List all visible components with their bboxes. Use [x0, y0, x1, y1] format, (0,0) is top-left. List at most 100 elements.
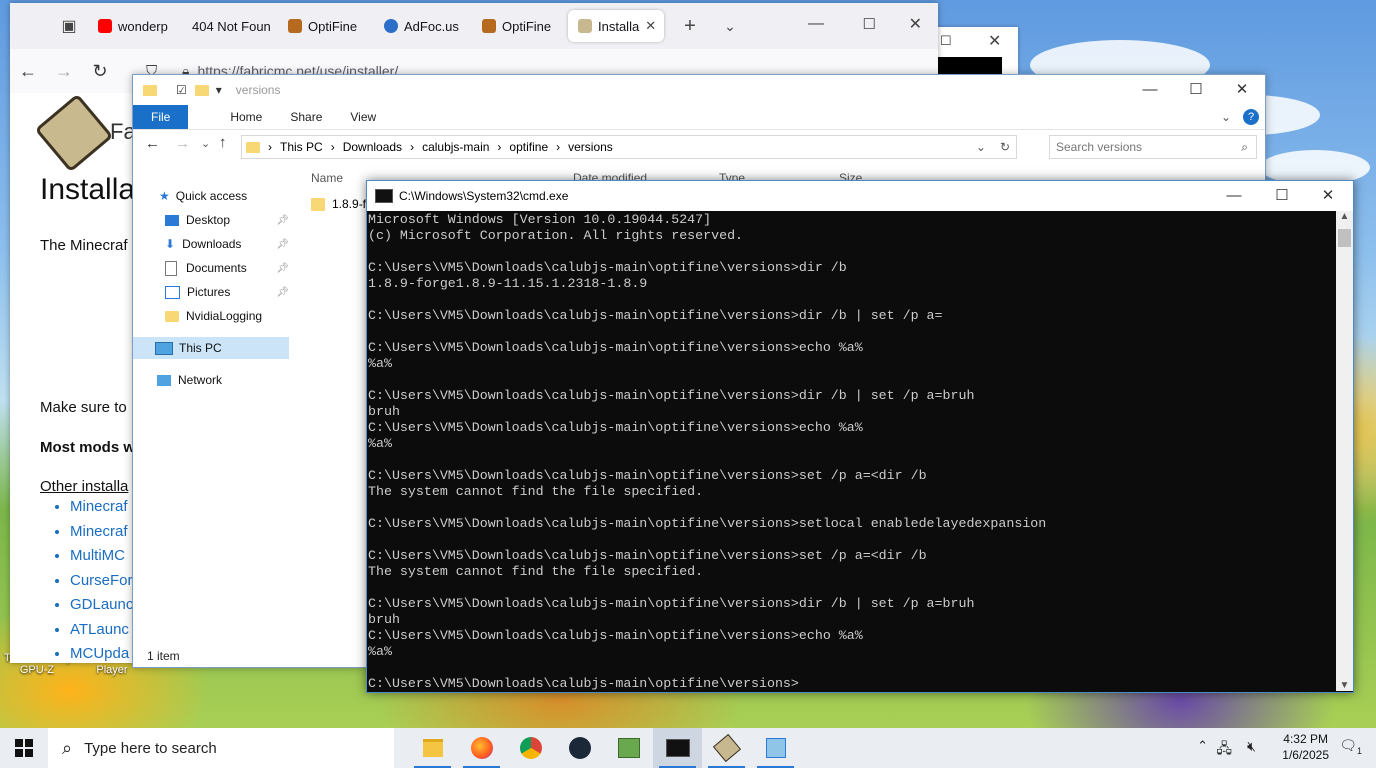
list-item[interactable]: Minecraf: [70, 495, 133, 520]
list-item[interactable]: Minecraf: [70, 520, 133, 545]
desktop-icon: [165, 214, 179, 226]
list-item[interactable]: MCUpda: [70, 642, 133, 667]
up-icon[interactable]: ↑: [219, 134, 227, 151]
background-window[interactable]: ☐ ✕: [936, 27, 1018, 75]
forward-icon[interactable]: →: [46, 61, 82, 82]
scroll-up-icon[interactable]: ▲: [1336, 211, 1353, 222]
breadcrumb-item[interactable]: This PC: [280, 140, 323, 154]
other-installs-link[interactable]: Other installa: [40, 478, 128, 495]
notification-count: 1: [1356, 745, 1362, 756]
clock[interactable]: 4:32 PM 1/6/2025: [1282, 731, 1329, 763]
list-item[interactable]: ATLaunc: [70, 618, 133, 643]
search-placeholder: Search versions: [1056, 140, 1143, 154]
taskbar-steam[interactable]: [555, 728, 604, 768]
volume-muted-icon[interactable]: 🔇︎: [1247, 738, 1256, 755]
nav-this-pc[interactable]: This PC: [133, 337, 289, 359]
tab-home[interactable]: Home: [230, 110, 262, 124]
taskbar-file-explorer[interactable]: [408, 728, 457, 768]
network-icon[interactable]: 🖧︎: [1216, 738, 1232, 762]
notification-center-icon[interactable]: 🗨︎1: [1339, 737, 1362, 756]
new-tab-icon[interactable]: +: [670, 15, 710, 38]
help-icon[interactable]: ?: [1243, 109, 1259, 125]
nav-network[interactable]: Network: [157, 369, 222, 391]
tab-adfocus[interactable]: AdFoc.us: [374, 10, 472, 42]
chevron-down-icon[interactable]: ⌄: [710, 18, 750, 35]
nav-documents[interactable]: Documents 📌︎: [165, 257, 289, 279]
nav-label: Downloads: [182, 237, 242, 251]
scroll-down-icon[interactable]: ▼: [1336, 680, 1353, 691]
chevron-down-icon[interactable]: ⌄: [1221, 110, 1231, 124]
tab-file[interactable]: File: [133, 105, 189, 129]
minimize-icon[interactable]: —: [808, 15, 824, 33]
list-item[interactable]: CurseFor: [70, 569, 133, 594]
tab-list-icon[interactable]: ▣: [50, 16, 88, 36]
tab-404[interactable]: 404 Not Foun: [182, 10, 278, 42]
chevron-down-icon[interactable]: ▾: [216, 83, 222, 97]
tab-view[interactable]: View: [350, 110, 376, 124]
close-tab-icon[interactable]: ✕: [645, 18, 656, 34]
taskbar-cmd[interactable]: [653, 728, 702, 768]
tab-share[interactable]: Share: [290, 110, 322, 124]
breadcrumb-item[interactable]: calubjs-main: [422, 140, 489, 154]
back-icon[interactable]: ←: [145, 135, 160, 152]
tab-optifine-1[interactable]: OptiFine: [278, 10, 374, 42]
taskbar-minecraft[interactable]: [604, 728, 653, 768]
make-sure-text: Make sure to: [40, 399, 127, 416]
tab-label: OptiFine: [308, 18, 358, 34]
close-icon[interactable]: ✕: [1219, 75, 1265, 105]
chevron-down-icon[interactable]: ⌄: [976, 140, 986, 154]
maximize-icon[interactable]: ☐: [940, 33, 952, 49]
tab-wonderp[interactable]: wonderp: [88, 10, 182, 42]
maximize-icon[interactable]: ☐: [863, 15, 876, 33]
recent-locations-icon[interactable]: ⌄: [201, 137, 210, 150]
list-item[interactable]: MultiMC: [70, 544, 133, 569]
breadcrumb-item[interactable]: Downloads: [343, 140, 402, 154]
pin-icon: 📌︎: [276, 286, 289, 298]
file-row[interactable]: 1.8.9-fo: [311, 197, 373, 211]
taskbar-app[interactable]: [751, 728, 800, 768]
taskbar-chrome[interactable]: [506, 728, 555, 768]
new-folder-icon[interactable]: [194, 84, 209, 96]
reload-icon[interactable]: ↻: [82, 61, 118, 82]
column-name[interactable]: Name: [311, 171, 343, 185]
nav-pictures[interactable]: Pictures 📌︎: [165, 281, 289, 303]
scrollbar-thumb[interactable]: [1338, 229, 1351, 247]
close-icon[interactable]: ✕: [1305, 181, 1351, 211]
chevron-up-icon[interactable]: ⌃: [1197, 738, 1208, 754]
cmd-icon: [665, 739, 690, 757]
clock-time: 4:32 PM: [1283, 732, 1328, 746]
taskbar-search-input[interactable]: ⌕ Type here to search: [48, 728, 394, 768]
cmd-window[interactable]: C:\Windows\System32\cmd.exe — ☐ ✕ Micros…: [366, 180, 1354, 693]
nav-downloads[interactable]: ⬇ Downloads 📌︎: [165, 233, 289, 255]
back-icon[interactable]: ←: [10, 61, 46, 82]
tab-optifine-2[interactable]: OptiFine: [472, 10, 568, 42]
list-item[interactable]: GDLaunc: [70, 593, 133, 618]
search-input[interactable]: Search versions ⌕: [1049, 135, 1257, 159]
breadcrumb-item[interactable]: versions: [568, 140, 613, 154]
breadcrumb-item[interactable]: optifine: [509, 140, 548, 154]
app-icon: [765, 738, 786, 758]
taskbar-fabric-installer[interactable]: [702, 728, 751, 768]
breadcrumb-separator: ›: [410, 140, 415, 154]
maximize-icon[interactable]: ☐: [1259, 181, 1305, 211]
ribbon-tabs: File Home Share View ⌄ ?: [133, 105, 1265, 130]
forward-icon[interactable]: →: [175, 135, 190, 152]
refresh-icon[interactable]: ↻: [1000, 140, 1010, 154]
console-output[interactable]: Microsoft Windows [Version 10.0.19044.52…: [368, 212, 1334, 692]
close-icon[interactable]: ✕: [988, 31, 1001, 51]
start-button[interactable]: [0, 728, 48, 768]
close-icon[interactable]: ✕: [909, 14, 922, 34]
nav-desktop[interactable]: Desktop 📌︎: [165, 209, 289, 231]
minimize-icon[interactable]: —: [1211, 181, 1257, 211]
nav-quick-access[interactable]: ★ Quick access: [159, 185, 247, 207]
maximize-icon[interactable]: ☐: [1173, 75, 1219, 105]
tab-installer[interactable]: Installa ✕: [568, 10, 664, 42]
taskbar-firefox[interactable]: [457, 728, 506, 768]
properties-icon[interactable]: ☑: [176, 83, 187, 97]
tab-label: wonderp: [118, 18, 168, 34]
scrollbar[interactable]: ▲ ▼: [1336, 211, 1353, 691]
breadcrumb[interactable]: › This PC › Downloads › calubjs-main › o…: [241, 135, 1017, 159]
minimize-icon[interactable]: —: [1127, 75, 1173, 105]
adfocus-icon: [384, 19, 398, 33]
nav-nvidialogging[interactable]: NvidiaLogging: [165, 305, 262, 327]
